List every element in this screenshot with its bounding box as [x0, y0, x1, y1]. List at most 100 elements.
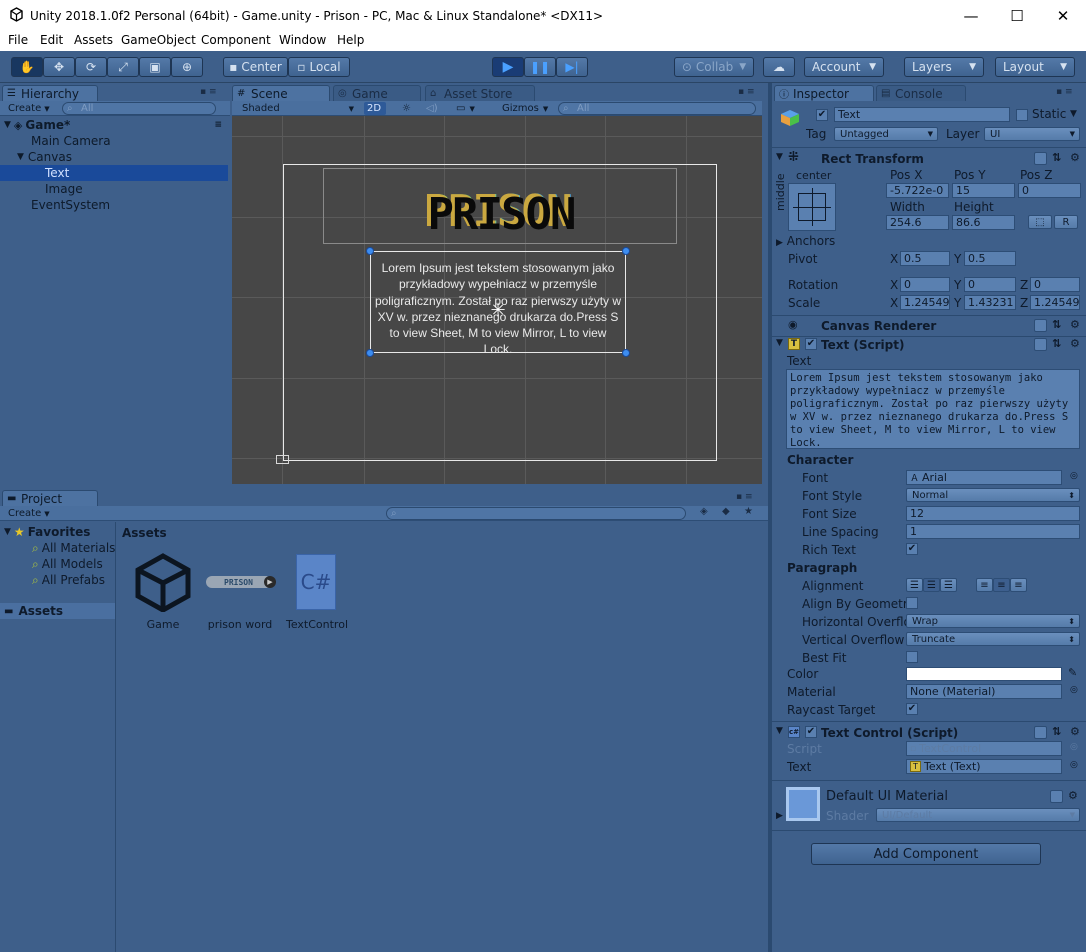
eyedropper-icon[interactable]: ✎ — [1068, 666, 1077, 679]
tab-inspector[interactable]: ⓘ Inspector — [774, 85, 874, 101]
anchor-presets-button[interactable] — [788, 183, 836, 231]
blueprint-mode-button[interactable]: ⬚ — [1028, 215, 1052, 229]
favorites-row[interactable]: ▼ ★ Favorites — [4, 524, 90, 540]
static-checkbox[interactable] — [1016, 109, 1028, 121]
pivot-local-button[interactable]: ▫ Local — [288, 57, 350, 77]
hierarchy-scene-row[interactable]: ▼ ◈ Game* ≡ — [0, 117, 228, 133]
create-dropdown[interactable]: Create ▼ — [4, 507, 58, 520]
gear-icon[interactable]: ⚙ — [1070, 151, 1080, 164]
font-size-field[interactable]: 12 — [906, 506, 1080, 521]
maximize-button[interactable]: ☐ — [994, 0, 1040, 31]
hierarchy-item-image[interactable]: Image — [0, 181, 228, 197]
close-button[interactable]: ✕ — [1040, 0, 1086, 31]
menu-component[interactable]: Component — [201, 33, 271, 47]
scene-viewport[interactable]: PRISON Lorem Ipsum jest tekstem stosowan… — [232, 116, 762, 484]
hierarchy-item-eventsystem[interactable]: EventSystem — [0, 197, 228, 213]
text-enabled-checkbox[interactable]: ✔ — [805, 338, 817, 350]
menu-file[interactable]: File — [8, 33, 28, 47]
panel-menu-icon[interactable]: ▪ ≡ — [200, 87, 217, 97]
favorite-all-prefabs[interactable]: ⌕ All Prefabs — [32, 572, 105, 588]
help-book-icon[interactable] — [1034, 726, 1047, 739]
pivot-center-button[interactable]: ▪ Center — [223, 57, 288, 77]
step-button[interactable]: ▶| — [556, 57, 588, 77]
project-search-input[interactable]: ⌕ — [386, 507, 686, 520]
help-book-icon[interactable] — [1034, 319, 1047, 332]
panel-menu-icon[interactable]: ▪ ≡ — [738, 87, 755, 97]
scene-search-input[interactable]: ⌕ All — [558, 102, 756, 115]
canvas-renderer-header[interactable]: ◉ Canvas Renderer ⇅ ⚙ — [776, 318, 1082, 336]
gear-icon[interactable]: ⚙ — [1070, 318, 1080, 331]
menu-window[interactable]: Window — [279, 33, 326, 47]
play-preview-icon[interactable]: ▶ — [264, 576, 276, 588]
minimize-button[interactable]: — — [948, 0, 994, 31]
effects-dropdown[interactable]: ▭ ▼ — [452, 102, 482, 115]
scene-menu-icon[interactable]: ≡ — [214, 120, 222, 130]
move-tool-button[interactable]: ✥ — [43, 57, 75, 77]
play-button[interactable]: ▶ — [492, 57, 524, 77]
rect-transform-header[interactable]: ▼ ⁜ Rect Transform ⇅ ⚙ — [776, 150, 1082, 169]
panel-menu-icon[interactable]: ▪ ≡ — [736, 492, 753, 502]
cloud-button[interactable]: ☁ — [763, 57, 795, 77]
object-name-field[interactable]: Text — [834, 107, 1010, 122]
align-middle-button[interactable]: ≡ — [993, 578, 1010, 592]
help-book-icon[interactable] — [1034, 338, 1047, 351]
object-picker-icon[interactable]: ◎ — [1070, 685, 1078, 695]
text-ref-field[interactable]: T Text (Text) — [906, 759, 1062, 774]
panel-menu-icon[interactable]: ▪ ≡ — [1056, 87, 1073, 97]
rotation-z-field[interactable]: 0 — [1030, 277, 1080, 292]
account-dropdown[interactable]: Account ▼ — [804, 57, 884, 77]
layout-dropdown[interactable]: Layout ▼ — [995, 57, 1075, 77]
menu-help[interactable]: Help — [337, 33, 364, 47]
tab-project[interactable]: ▬ Project — [2, 490, 98, 506]
color-swatch[interactable] — [906, 667, 1062, 681]
scale-z-field[interactable]: 1.24549 — [1030, 295, 1080, 310]
asset-game[interactable]: Game — [130, 550, 196, 631]
active-checkbox[interactable]: ✔ — [816, 109, 828, 121]
tab-hierarchy[interactable]: ☰ Hierarchy — [2, 85, 98, 101]
hierarchy-search-input[interactable]: ⌕ All — [62, 102, 216, 115]
text-script-header[interactable]: ▼ T ✔ Text (Script) ⇅ ⚙ — [776, 337, 1082, 355]
text-content-area[interactable]: Lorem Ipsum jest tekstem stosowanym jako… — [786, 369, 1080, 449]
object-picker-icon[interactable]: ◎ — [1070, 760, 1078, 770]
assets-folder-row[interactable]: ▬ Assets — [0, 603, 115, 619]
layers-dropdown[interactable]: Layers ▼ — [904, 57, 984, 77]
material-field[interactable]: None (Material) — [906, 684, 1062, 699]
hand-tool-button[interactable]: ✋ — [11, 57, 43, 77]
hierarchy-item-main-camera[interactable]: Main Camera — [0, 133, 228, 149]
layer-dropdown[interactable]: UI ▼ — [984, 127, 1080, 141]
line-spacing-field[interactable]: 1 — [906, 524, 1080, 539]
align-top-button[interactable]: ≡ — [976, 578, 993, 592]
object-picker-icon[interactable]: ◎ — [1070, 471, 1078, 481]
help-book-icon[interactable] — [1034, 152, 1047, 165]
pivot-x-field[interactable]: 0.5 — [900, 251, 950, 266]
add-component-button[interactable]: Add Component — [811, 843, 1041, 865]
best-fit-checkbox[interactable] — [906, 651, 918, 663]
preset-icon[interactable]: ⇅ — [1052, 725, 1061, 738]
expand-arrow-icon[interactable]: ▶ — [776, 811, 783, 821]
font-style-dropdown[interactable]: Normal ⬍ — [906, 488, 1080, 502]
gizmos-dropdown[interactable]: Gizmos ▼ — [498, 102, 554, 115]
menu-edit[interactable]: Edit — [40, 33, 63, 47]
menu-assets[interactable]: Assets — [74, 33, 113, 47]
resize-handle[interactable] — [366, 247, 374, 255]
pivot-y-field[interactable]: 0.5 — [964, 251, 1016, 266]
tab-game[interactable]: ◎ Game — [333, 85, 421, 101]
collab-button[interactable]: ⊙ Collab ▼ — [674, 57, 754, 77]
audio-toggle[interactable]: ◁) — [422, 102, 442, 115]
rotation-x-field[interactable]: 0 — [900, 277, 950, 292]
align-right-button[interactable]: ☰ — [940, 578, 957, 592]
rotation-y-field[interactable]: 0 — [964, 277, 1016, 292]
rich-text-checkbox[interactable]: ✔ — [906, 543, 918, 555]
tag-dropdown[interactable]: Untagged ▼ — [834, 127, 938, 141]
width-field[interactable]: 254.6 — [886, 215, 949, 230]
lighting-toggle[interactable]: ☼ — [398, 102, 418, 115]
scale-y-field[interactable]: 1.43231 — [964, 295, 1016, 310]
hierarchy-item-canvas[interactable]: ▼ Canvas — [0, 149, 228, 165]
asset-prison-word[interactable]: PRISON ▶ prison word — [204, 550, 276, 631]
scale-x-field[interactable]: 1.24549 — [900, 295, 950, 310]
asset-textcontrol[interactable]: C# TextControl — [284, 550, 350, 631]
text-control-enabled-checkbox[interactable]: ✔ — [805, 726, 817, 738]
font-field[interactable]: Ａ Arial — [906, 470, 1062, 485]
height-field[interactable]: 86.6 — [952, 215, 1015, 230]
create-dropdown[interactable]: Create ▼ — [4, 102, 58, 115]
